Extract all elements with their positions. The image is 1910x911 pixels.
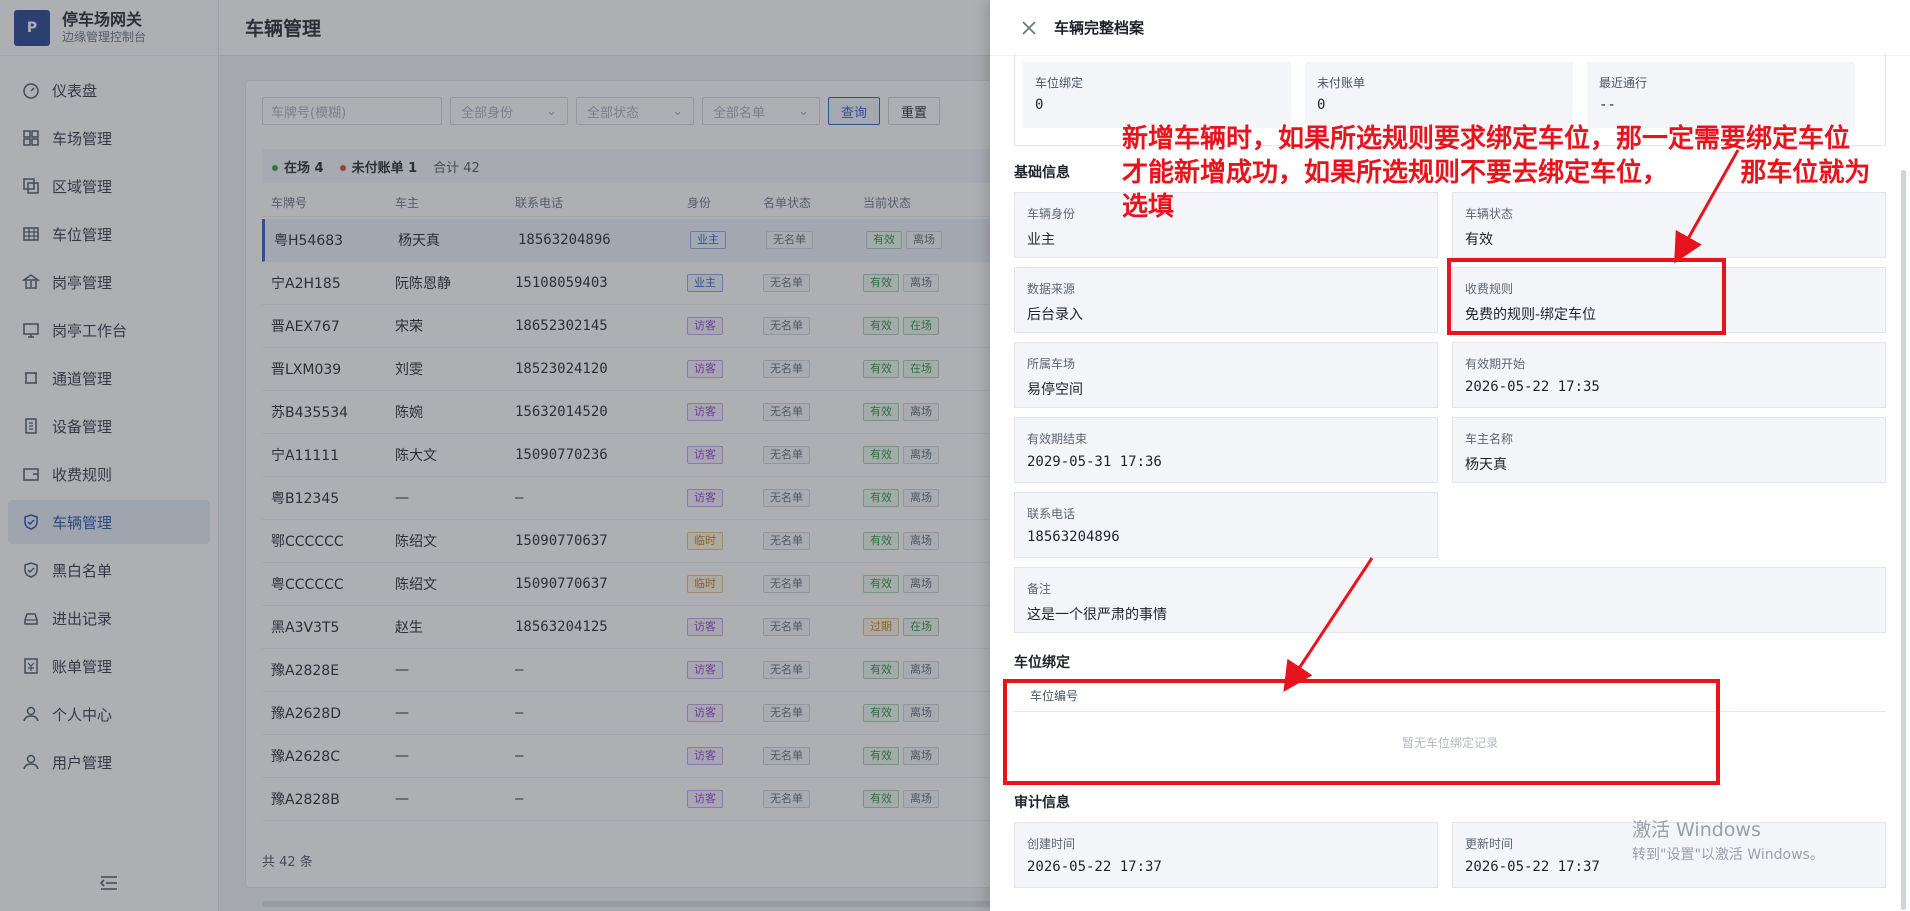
annotation-line-3: 选填 [1122, 192, 1175, 222]
field-phone: 联系电话 18563204896 [1014, 492, 1438, 558]
drawer-scrollbar[interactable] [1901, 170, 1906, 910]
field-created: 创建时间 2026-05-22 17:37 [1014, 822, 1438, 888]
watermark-line-1: 激活 Windows [1632, 819, 1761, 841]
close-icon[interactable] [1020, 19, 1038, 37]
modal-overlay[interactable] [0, 0, 990, 911]
field-source: 数据来源 后台录入 [1014, 267, 1438, 333]
annotation-line-1: 新增车辆时，如果所选规则要求绑定车位，那一定需要绑定车位 [1122, 124, 1851, 154]
windows-activation-watermark: 激活 Windows 转到"设置"以激活 Windows。 [1632, 815, 1824, 864]
drawer-header: 车辆完整档案 [990, 0, 1910, 56]
annotation-line-2: 才能新增成功，如果所选规则不要去绑定车位， 那车位就为 [1122, 158, 1871, 188]
binding-heading: 车位绑定 [1014, 655, 1070, 671]
stat-last-pass: 最近通行 -- [1587, 62, 1855, 128]
drawer-title: 车辆完整档案 [1054, 19, 1145, 37]
field-end: 有效期结束 2029-05-31 17:36 [1014, 417, 1438, 483]
basic-info-heading: 基础信息 [1014, 165, 1070, 181]
watermark-line-2: 转到"设置"以激活 Windows。 [1632, 847, 1824, 863]
field-lot: 所属车场 易停空间 [1014, 342, 1438, 408]
stat-unpaid: 未付账单 0 [1305, 62, 1573, 128]
field-start: 有效期开始 2026-05-22 17:35 [1452, 342, 1886, 408]
binding-highlight-box [1003, 679, 1720, 785]
stat-binding: 车位绑定 0 [1023, 62, 1291, 128]
rule-highlight-box [1447, 258, 1726, 335]
annotation-text: 新增车辆时，如果所选规则要求绑定车位，那一定需要绑定车位 才能新增成功，如果所选… [1122, 122, 1902, 224]
field-owner: 车主名称 杨天真 [1452, 417, 1886, 483]
field-remark: 备注 这是一个很严肃的事情 [1014, 567, 1886, 633]
audit-heading: 审计信息 [1014, 795, 1070, 811]
